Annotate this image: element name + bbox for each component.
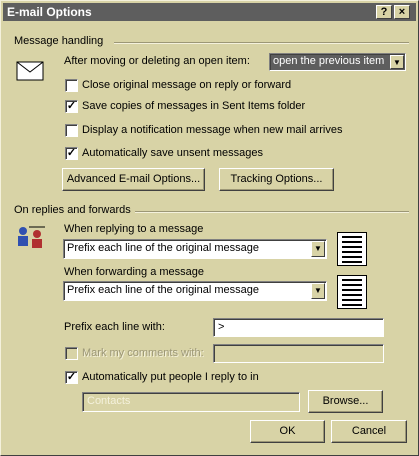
- replying-value: Prefix each line of the original message: [67, 242, 259, 254]
- save-copies-label: Save copies of messages in Sent Items fo…: [82, 100, 306, 112]
- chevron-down-icon[interactable]: ▼: [390, 55, 404, 69]
- ok-button[interactable]: OK: [250, 420, 325, 443]
- forwarding-value: Prefix each line of the original message: [67, 284, 259, 296]
- close-original-checkbox[interactable]: [65, 79, 78, 92]
- tracking-options-button[interactable]: Tracking Options...: [219, 168, 334, 191]
- autosave-checkbox[interactable]: ✓: [65, 147, 78, 160]
- forward-preview-icon: [337, 275, 367, 309]
- advanced-email-options-button[interactable]: Advanced E-mail Options...: [62, 168, 205, 191]
- people-icon: [18, 226, 45, 248]
- after-moving-label: After moving or deleting an open item:: [64, 55, 250, 67]
- message-handling-header: Message handling: [14, 35, 104, 47]
- replying-select[interactable]: Prefix each line of the original message…: [63, 239, 327, 259]
- cancel-button[interactable]: Cancel: [331, 420, 407, 443]
- after-moving-select[interactable]: open the previous item ▼: [269, 53, 406, 71]
- auto-put-label: Automatically put people I reply to in: [82, 371, 259, 383]
- help-button[interactable]: ?: [376, 5, 392, 19]
- mark-comments-input[interactable]: [213, 344, 384, 363]
- chevron-down-icon[interactable]: ▼: [311, 283, 325, 299]
- window-title: E-mail Options: [7, 5, 92, 19]
- section-divider: [114, 42, 409, 44]
- display-notification-label: Display a notification message when new …: [82, 124, 343, 136]
- forwarding-label: When forwarding a message: [64, 266, 205, 278]
- close-original-label: Close original message on reply or forwa…: [82, 79, 292, 91]
- browse-button[interactable]: Browse...: [308, 390, 383, 413]
- reply-preview-icon: [337, 232, 367, 266]
- save-copies-checkbox[interactable]: ✓: [65, 100, 78, 113]
- autosave-label: Automatically save unsent messages: [82, 147, 263, 159]
- auto-put-checkbox[interactable]: ✓: [65, 371, 78, 384]
- display-notification-checkbox[interactable]: [65, 124, 78, 137]
- after-moving-value: open the previous item: [273, 55, 385, 67]
- prefix-label: Prefix each line with:: [64, 321, 165, 333]
- chevron-down-icon[interactable]: ▼: [311, 241, 325, 257]
- contacts-folder-field[interactable]: Contacts: [82, 392, 300, 412]
- replies-forwards-header: On replies and forwards: [14, 204, 131, 216]
- title-bar[interactable]: E-mail Options ? ×: [3, 3, 416, 21]
- email-options-dialog: E-mail Options ? × Message handling Afte…: [0, 0, 419, 456]
- prefix-input[interactable]: >: [213, 318, 384, 337]
- mark-comments-checkbox[interactable]: [65, 347, 78, 360]
- forwarding-select[interactable]: Prefix each line of the original message…: [63, 281, 327, 301]
- envelope-icon: [16, 61, 44, 81]
- close-button[interactable]: ×: [394, 5, 410, 19]
- mark-comments-label: Mark my comments with:: [82, 347, 204, 359]
- replying-label: When replying to a message: [64, 223, 204, 235]
- section-divider: [135, 211, 409, 213]
